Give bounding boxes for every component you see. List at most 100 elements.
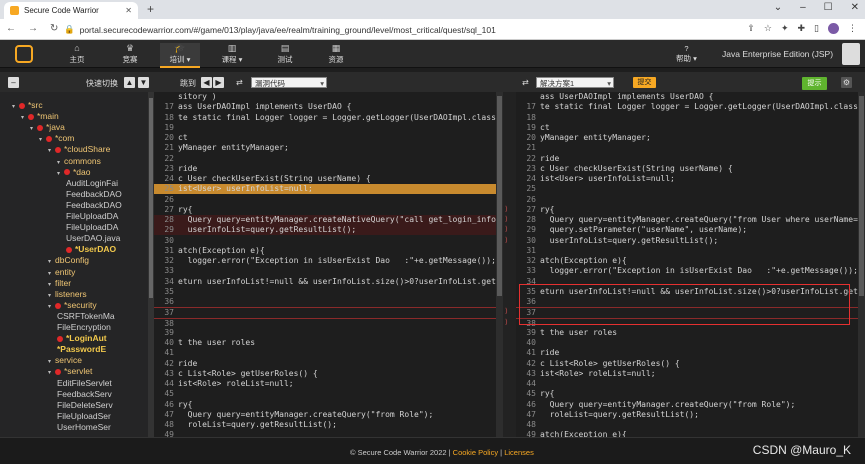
code-line[interactable]: 39 t the user roles	[516, 328, 858, 338]
licenses-link[interactable]: Licenses	[504, 448, 534, 457]
expand-arrow-icon[interactable]: ▾	[12, 102, 17, 113]
tree-folder[interactable]: ▾ *cloudShare	[48, 144, 110, 155]
code-line[interactable]: 39	[154, 328, 502, 338]
tree-file[interactable]: CSRFTokenMa	[57, 311, 115, 322]
code-line[interactable]: 29 query.setParameter("userName", userNa…	[516, 225, 858, 235]
tree-file[interactable]: FeedbackServ	[57, 389, 112, 400]
tree-file[interactable]: FileUploadDA	[66, 222, 118, 233]
code-line[interactable]: 29 userInfoList=query.getResultList();	[154, 225, 502, 236]
url-input[interactable]: 🔒 portal.securecodewarrior.com/#/game/01…	[64, 22, 744, 37]
scw-logo-icon[interactable]	[15, 45, 33, 63]
code-line[interactable]: 19 ct	[516, 123, 858, 133]
settings-gear-icon[interactable]: ⚙	[841, 77, 852, 88]
code-line[interactable]: 33 logger.error("Exception in isUserExis…	[516, 266, 858, 276]
nav-courses[interactable]: ▥ 课程 ▾	[212, 43, 252, 65]
nav-home[interactable]: ⌂ 主页	[57, 43, 97, 65]
code-line[interactable]: 25	[516, 184, 858, 194]
code-line[interactable]: 27 ry{	[154, 205, 502, 215]
tree-folder[interactable]: ▾ *com	[39, 133, 74, 144]
nav-training[interactable]: 🎓 培训 ▾	[160, 43, 200, 68]
close-tab-icon[interactable]: ✕	[125, 6, 132, 15]
expand-arrow-icon[interactable]: ▾	[30, 124, 35, 135]
left-editor-scrollbar[interactable]	[496, 92, 503, 437]
tree-file[interactable]: *UserDAO	[66, 244, 116, 255]
code-line[interactable]: 45	[154, 389, 502, 399]
code-line[interactable]: 46 ry{	[154, 400, 502, 410]
tree-file[interactable]: AuditLoginFai	[66, 178, 118, 189]
new-tab-button[interactable]: +	[147, 2, 154, 16]
code-line[interactable]: 24 c User checkUserExist(String userName)…	[154, 174, 502, 184]
code-line[interactable]: 48	[516, 420, 858, 430]
tree-file[interactable]: FileUploadSer	[57, 411, 111, 422]
tree-folder[interactable]: ▾ *dao	[57, 167, 91, 178]
share-icon[interactable]: ⇪	[747, 23, 755, 34]
code-line[interactable]: 44	[516, 379, 858, 389]
tree-file[interactable]: FeedbackDAO	[66, 189, 122, 200]
code-line[interactable]: 41	[154, 348, 502, 358]
code-line[interactable]: 22 ride	[516, 154, 858, 164]
code-line[interactable]: 32 logger.error("Exception in isUserExis…	[154, 256, 502, 266]
jump-next-button[interactable]: ▶	[213, 77, 224, 88]
tree-folder[interactable]: ▾ *java	[30, 122, 65, 133]
code-line[interactable]: 44 ist<Role> roleList=null;	[154, 379, 502, 389]
cookie-policy-link[interactable]: Cookie Policy	[453, 448, 498, 457]
tree-file[interactable]: EditFileServlet	[57, 378, 112, 389]
expand-arrow-icon[interactable]: ▾	[39, 135, 44, 146]
code-line[interactable]: 32 atch(Exception e){	[516, 256, 858, 266]
code-line[interactable]: 22	[154, 154, 502, 164]
code-line[interactable]: 18 te static final Logger logger = Logger…	[154, 113, 502, 123]
code-line[interactable]: 23 c User checkUserExist(String userName)…	[516, 164, 858, 174]
tree-folder[interactable]: ▾ *src	[12, 100, 43, 111]
code-line[interactable]: 42 c List<Role> getUserRoles() {	[516, 359, 858, 369]
code-line[interactable]: 41 ride	[516, 348, 858, 358]
tree-folder[interactable]: ▾ *servlet	[48, 366, 92, 377]
maximize-icon[interactable]: ☐	[824, 2, 833, 13]
code-line[interactable]: 46 Query query=entityManager.createQuery…	[516, 400, 858, 410]
minimize-icon[interactable]: –	[800, 2, 806, 13]
tree-file[interactable]: UserDAO.java	[66, 233, 120, 244]
code-line[interactable]: 27 ry{	[516, 205, 858, 215]
code-line[interactable]: 24 ist<User> userInfoList=null;	[516, 174, 858, 184]
code-line[interactable]: 19	[154, 123, 502, 133]
code-line[interactable]: 30 userInfoList=query.getResultList();	[516, 236, 858, 246]
jump-prev-button[interactable]: ◀	[201, 77, 212, 88]
tree-folder[interactable]: ▾ *security	[48, 300, 97, 311]
help-menu[interactable]: ? 帮助 ▾	[676, 44, 697, 64]
code-line[interactable]: 18	[516, 113, 858, 123]
code-line[interactable]: 17 ass UserDAOImpl implements UserDAO {	[154, 102, 502, 112]
tree-folder[interactable]: ▾ dbConfig	[48, 255, 89, 266]
code-line[interactable]: 48 roleList=query.getResultList();	[154, 420, 502, 430]
back-icon[interactable]: ←	[6, 23, 16, 34]
tree-folder[interactable]: ▾ commons	[57, 156, 101, 167]
code-line[interactable]: 38	[154, 317, 502, 328]
code-line[interactable]: 40	[516, 338, 858, 348]
quick-switch-up-button[interactable]: ▲	[124, 77, 135, 88]
tree-file[interactable]: FeedbackDAO	[66, 200, 122, 211]
code-line[interactable]: 31	[516, 246, 858, 256]
expand-arrow-icon[interactable]: ▾	[21, 113, 26, 124]
solution-code-editor[interactable]: ass UserDAOImpl implements UserDAO {17 te…	[516, 92, 858, 437]
code-line[interactable]: 43 ist<Role> roleList=null;	[516, 369, 858, 379]
code-line[interactable]: 31 atch(Exception e){	[154, 246, 502, 256]
code-line[interactable]: 33	[154, 266, 502, 276]
tab-search-icon[interactable]: ⌄	[774, 2, 782, 13]
tree-file[interactable]: UserHomeSer	[57, 422, 111, 433]
code-line[interactable]: 25 ist<User> userInfoList=null;	[154, 184, 502, 195]
tree-folder[interactable]: ▾ *main	[21, 111, 59, 122]
code-line[interactable]: 26	[154, 195, 502, 205]
vulnerable-code-editor[interactable]: sitory ) 17 ass UserDAOImpl implements Use…	[154, 92, 502, 437]
tree-file[interactable]: *LoginAut	[57, 333, 107, 344]
tree-folder[interactable]: ▾ service	[48, 355, 82, 366]
code-line[interactable]: 49	[154, 430, 502, 437]
close-window-icon[interactable]: ✕	[851, 2, 859, 13]
forward-icon[interactable]: →	[28, 23, 38, 34]
tree-file[interactable]: FileUploadDA	[66, 211, 118, 222]
code-line[interactable]: 20 yManager entityManager;	[516, 133, 858, 143]
expand-arrow-icon[interactable]: ▾	[48, 368, 53, 379]
nav-test[interactable]: ▤ 测试	[265, 43, 305, 65]
code-line[interactable]: 20 ct	[154, 133, 502, 143]
code-line[interactable]: 36	[154, 297, 502, 307]
code-line[interactable]: 42 ride	[154, 359, 502, 369]
left-file-select[interactable]: 漏洞代码 ▾	[251, 77, 327, 88]
tree-file[interactable]: *PasswordE	[57, 344, 106, 355]
